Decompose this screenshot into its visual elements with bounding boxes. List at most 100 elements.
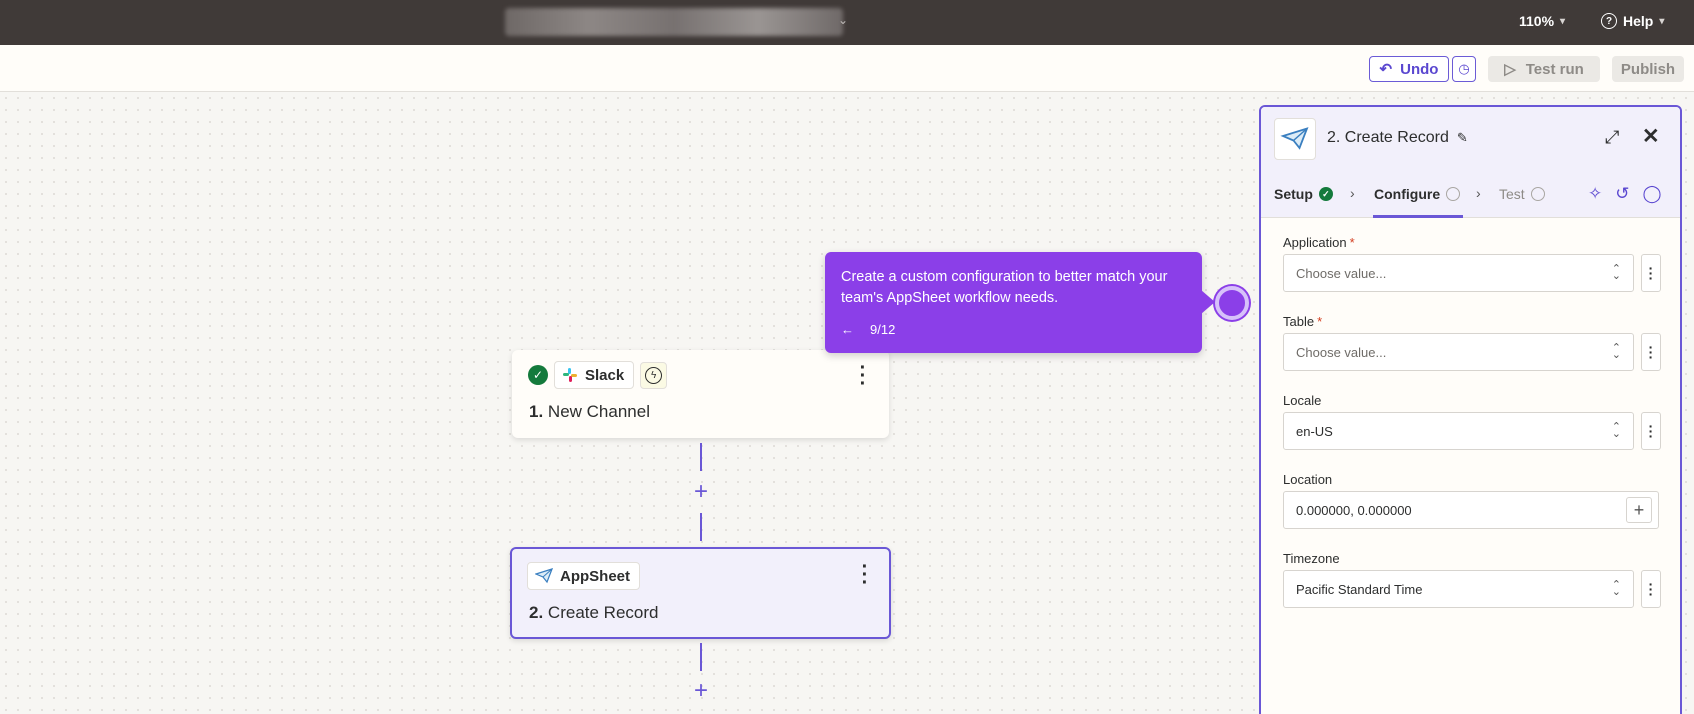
- tab-setup[interactable]: Setup ✓: [1274, 186, 1333, 202]
- application-label-text: Application: [1283, 235, 1347, 250]
- check-circle-icon: ✓: [1318, 187, 1333, 201]
- test-run-button[interactable]: ▷ Test run: [1488, 56, 1600, 82]
- step-number: 1.: [529, 402, 544, 421]
- step-editor-panel: 2. Create Record ✎ ⤢ ✕ Setup ✓ › Configu…: [1259, 105, 1682, 714]
- appsheet-icon: [535, 568, 553, 584]
- app-badge: AppSheet: [527, 562, 641, 590]
- undo-button[interactable]: ↶ Undo: [1369, 56, 1449, 82]
- tab-test[interactable]: Test: [1499, 186, 1545, 202]
- step-title: 1. New Channel: [529, 402, 650, 422]
- application-more-button[interactable]: · · ·: [1641, 254, 1661, 292]
- tab-configure-label: Configure: [1374, 186, 1441, 202]
- chevron-down-icon: ▾: [1659, 15, 1665, 27]
- expand-icon[interactable]: ⤢: [1605, 127, 1619, 148]
- sparkle-icon[interactable]: ✧: [1588, 184, 1602, 204]
- pending-circle-icon: [1446, 187, 1461, 201]
- tab-setup-label: Setup: [1274, 186, 1313, 202]
- tooltip-text: Create a custom configuration to better …: [841, 269, 1168, 306]
- location-label: Location: [1283, 472, 1333, 487]
- top-bar: ⌄ 110% ▾ ? Help ▾: [0, 0, 1694, 45]
- step-node-trigger[interactable]: ✓ Slack ϟ · · · 1. New Channel: [512, 350, 889, 438]
- table-select[interactable]: Choose value... ⌃ ⌄: [1283, 333, 1634, 371]
- chevron-right-icon: ›: [1350, 185, 1355, 201]
- updown-chevron-icon: ⌃ ⌄: [1611, 579, 1621, 598]
- chevron-right-icon: ›: [1476, 185, 1481, 201]
- locale-more-button[interactable]: · · ·: [1641, 412, 1661, 450]
- required-marker: *: [1317, 314, 1323, 329]
- app-name: AppSheet: [560, 567, 631, 585]
- table-label: Table *: [1283, 314, 1322, 329]
- guide-tooltip: Create a custom configuration to better …: [825, 252, 1215, 353]
- comment-icon[interactable]: ◯: [1643, 184, 1662, 204]
- bolt-icon: ϟ: [645, 366, 663, 384]
- version-history-button[interactable]: ◷: [1452, 56, 1476, 82]
- arrow-left-icon[interactable]: ←: [841, 322, 854, 337]
- step-title: 2. Create Record: [529, 603, 658, 623]
- required-marker: *: [1349, 235, 1355, 250]
- trigger-badge: ϟ: [640, 361, 668, 389]
- step-number: 2.: [529, 603, 544, 622]
- appsheet-icon: [1274, 118, 1316, 160]
- locale-select[interactable]: en-US ⌃ ⌄: [1283, 412, 1634, 450]
- more-options-icon[interactable]: · · ·: [861, 557, 869, 593]
- updown-chevron-icon: ⌃ ⌄: [1611, 342, 1621, 361]
- panel-header: 2. Create Record ✎ ⤢ ✕: [1261, 107, 1680, 170]
- close-icon[interactable]: ✕: [1642, 124, 1660, 149]
- tooltip-progress: 9/12: [870, 322, 896, 337]
- zoom-dropdown[interactable]: 110% ▾: [1519, 13, 1565, 29]
- application-label: Application *: [1283, 235, 1355, 250]
- tab-test-label: Test: [1499, 186, 1525, 202]
- active-tab-indicator: [1373, 215, 1463, 218]
- history-icon: ◷: [1458, 61, 1470, 76]
- panel-title-text: 2. Create Record: [1327, 129, 1449, 146]
- location-input[interactable]: 0.000000, 0.000000 +: [1283, 491, 1659, 529]
- question-circle-icon: ?: [1601, 13, 1617, 29]
- table-placeholder: Choose value...: [1296, 344, 1387, 360]
- application-select[interactable]: Choose value... ⌃ ⌄: [1283, 254, 1634, 292]
- step-name: Create Record: [547, 603, 659, 622]
- undo-icon: ↶: [1379, 61, 1393, 78]
- redacted-breadcrumb: [505, 8, 843, 36]
- more-options-icon[interactable]: · · ·: [859, 358, 867, 394]
- add-step-button[interactable]: +: [690, 677, 712, 705]
- location-value: 0.000000, 0.000000: [1296, 502, 1412, 518]
- timezone-more-button[interactable]: · · ·: [1641, 570, 1661, 608]
- panel-title[interactable]: 2. Create Record ✎: [1327, 129, 1468, 147]
- undo-label: Undo: [1400, 60, 1439, 78]
- table-more-button[interactable]: · · ·: [1641, 333, 1661, 371]
- chevron-down-icon[interactable]: ⌄: [838, 13, 848, 27]
- updown-chevron-icon: ⌃ ⌄: [1611, 421, 1621, 440]
- chevron-down-icon: ▾: [1560, 15, 1566, 27]
- guide-beacon[interactable]: [1215, 286, 1249, 320]
- timezone-select[interactable]: Pacific Standard Time ⌃ ⌄: [1283, 570, 1634, 608]
- play-icon: ▷: [1504, 61, 1516, 78]
- add-step-button[interactable]: +: [690, 478, 712, 506]
- locale-value: en-US: [1296, 423, 1333, 439]
- panel-tabs: Setup ✓ › Configure › Test ✧ ↺ ◯: [1261, 170, 1680, 218]
- timezone-value: Pacific Standard Time: [1296, 581, 1423, 597]
- slack-icon: [563, 368, 577, 382]
- app-name: Slack: [585, 366, 625, 384]
- locale-label: Locale: [1283, 393, 1322, 408]
- application-placeholder: Choose value...: [1296, 265, 1387, 281]
- pencil-icon[interactable]: ✎: [1457, 130, 1468, 146]
- connector-line: [700, 513, 702, 541]
- editor-toolbar: ↶ Undo ◷ ▷ Test run Publish: [0, 45, 1694, 92]
- zoom-label: 110%: [1519, 13, 1555, 29]
- connector-line: [700, 443, 702, 471]
- tab-configure[interactable]: Configure: [1374, 186, 1461, 202]
- refresh-icon[interactable]: ↺: [1615, 184, 1629, 204]
- app-badge: Slack: [554, 361, 635, 389]
- plus-icon[interactable]: +: [1626, 497, 1652, 523]
- step-node-action[interactable]: AppSheet · · · 2. Create Record: [510, 547, 891, 639]
- help-dropdown[interactable]: ? Help ▾: [1601, 13, 1664, 29]
- test-run-label: Test run: [1525, 60, 1584, 78]
- step-name: New Channel: [547, 402, 650, 421]
- updown-chevron-icon: ⌃ ⌄: [1611, 263, 1621, 282]
- connector-line: [700, 643, 702, 671]
- help-label: Help: [1623, 13, 1654, 29]
- timezone-label: Timezone: [1283, 551, 1340, 566]
- clock-icon: [1530, 187, 1545, 201]
- check-circle-icon: ✓: [528, 365, 548, 385]
- publish-button[interactable]: Publish: [1612, 56, 1684, 82]
